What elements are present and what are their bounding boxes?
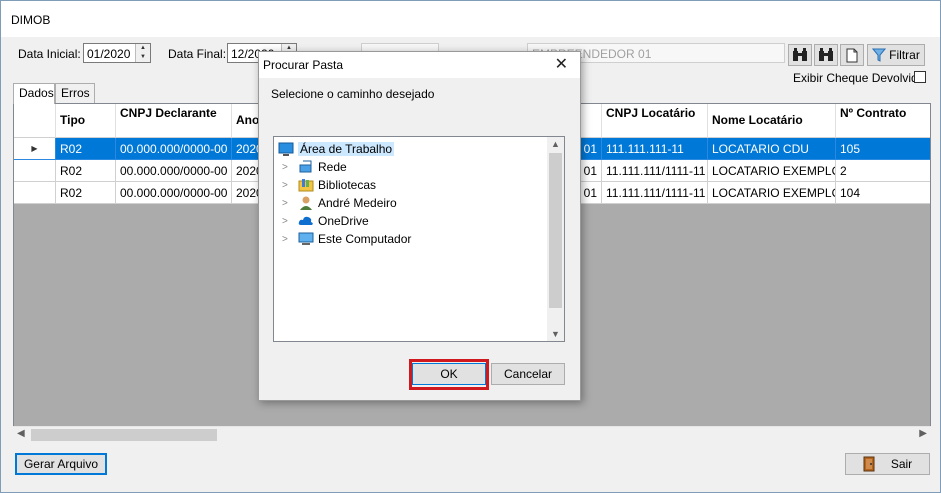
col-cnpj-declarante-label: CNPJ Declarante	[120, 106, 217, 120]
cell-cnpj[interactable]: 00.000.000/0000-00	[116, 160, 232, 182]
cell-cnpj[interactable]: 00.000.000/0000-00	[116, 182, 232, 204]
tab-dados-label: Dados	[19, 86, 54, 100]
computer-icon	[298, 232, 314, 245]
ok-label: OK	[440, 367, 458, 381]
cell-contrato[interactable]: 105	[836, 138, 930, 160]
exibir-cheque-checkbox[interactable]	[914, 71, 926, 83]
row-pointer-icon: ▶	[31, 144, 38, 153]
sair-label: Sair	[890, 457, 913, 471]
cell-cnpj[interactable]: 00.000.000/0000-00	[116, 138, 232, 160]
dialog-title-bar: Procurar Pasta ✕	[259, 52, 580, 78]
libraries-icon	[298, 179, 314, 192]
data-inicial-stepper[interactable]: 01/2020 ▲ ▼	[83, 43, 151, 63]
tree-node-label: Área de Trabalho	[298, 142, 395, 156]
expand-chevron-icon[interactable]: >	[282, 198, 292, 209]
title-bar: DIMOB	[1, 1, 940, 37]
tree-node-label: Este Computador	[318, 232, 412, 246]
filtrar-button[interactable]: Filtrar	[867, 44, 925, 66]
cell-nome-locatario[interactable]: LOCATARIO EXEMPLO	[708, 160, 836, 182]
binoculars-next-button[interactable]	[814, 44, 838, 66]
expand-chevron-icon[interactable]: >	[282, 162, 292, 173]
binoculars-next-icon	[819, 48, 833, 61]
cell-tipo[interactable]: R02	[56, 160, 116, 182]
col-contrato-label: Nº Contrato	[840, 106, 907, 120]
tree-node-label: Rede	[318, 160, 347, 174]
cell-nome-locatario[interactable]: LOCATARIO CDU	[708, 138, 836, 160]
tab-erros[interactable]: Erros	[55, 83, 95, 103]
tree-node-label: André Medeiro	[318, 196, 397, 210]
gerar-arquivo-label: Gerar Arquivo	[23, 457, 99, 471]
data-inicial-arrows[interactable]: ▲ ▼	[135, 44, 150, 62]
col-contrato[interactable]: Nº Contrato	[836, 104, 930, 138]
tree-node-computer[interactable]: > Este Computador	[282, 230, 411, 248]
tree-node-bibliotecas[interactable]: > Bibliotecas	[282, 176, 376, 194]
col-tipo[interactable]: Tipo	[56, 104, 116, 138]
window-title: DIMOB	[11, 13, 51, 27]
col-cnpj-locatario-label: CNPJ Locatário	[606, 106, 696, 120]
dialog-title: Procurar Pasta	[263, 58, 344, 72]
data-inicial-value: 01/2020	[87, 47, 131, 61]
filtrar-label: Filtrar	[889, 48, 920, 62]
exit-door-icon	[863, 456, 875, 472]
cell-tipo[interactable]: R02	[56, 182, 116, 204]
cloud-icon	[298, 216, 313, 225]
sair-button[interactable]: Sair	[845, 453, 930, 475]
tree-node-desktop[interactable]: Área de Trabalho	[278, 140, 395, 158]
scroll-left-icon[interactable]: ◀	[17, 428, 25, 439]
col-cnpj-declarante[interactable]: CNPJ Declarante	[116, 104, 232, 138]
row-indicator	[14, 160, 56, 182]
gerar-arquivo-button[interactable]: Gerar Arquivo	[15, 453, 107, 475]
expand-chevron-icon[interactable]: >	[282, 216, 292, 227]
row-header-corner	[14, 104, 56, 138]
cancel-label: Cancelar	[503, 367, 553, 381]
tab-dados[interactable]: Dados	[13, 83, 55, 104]
spin-up-icon[interactable]: ▲	[136, 44, 150, 53]
new-document-button[interactable]	[840, 44, 864, 66]
folder-tree[interactable]: Área de Trabalho > Rede > Bibliotecas > …	[273, 136, 565, 342]
filter-icon	[872, 48, 887, 62]
user-icon	[300, 196, 312, 210]
binoculars-button[interactable]	[788, 44, 812, 66]
scroll-up-icon[interactable]: ▲	[551, 139, 560, 149]
procurar-pasta-dialog: Procurar Pasta ✕ Selecione o caminho des…	[258, 51, 581, 401]
col-cnpj-locatario[interactable]: CNPJ Locatário	[602, 104, 708, 138]
cancel-button[interactable]: Cancelar	[491, 363, 565, 385]
cell-tipo[interactable]: R02	[56, 138, 116, 160]
scroll-right-icon[interactable]: ▶	[919, 428, 927, 439]
cell-cnpj-locatario[interactable]: 11.111.111/1111-11	[602, 160, 708, 182]
tree-node-onedrive[interactable]: > OneDrive	[282, 212, 369, 230]
dialog-message: Selecione o caminho desejado	[271, 87, 435, 101]
tree-node-user[interactable]: > André Medeiro	[282, 194, 397, 212]
tree-node-label: Bibliotecas	[318, 178, 377, 192]
tree-scrollbar-thumb[interactable]	[549, 153, 562, 308]
document-icon	[846, 48, 858, 62]
cell-contrato[interactable]: 104	[836, 182, 930, 204]
tree-node-rede[interactable]: > Rede	[282, 158, 347, 176]
cell-nome-locatario[interactable]: LOCATARIO EXEMPLO	[708, 182, 836, 204]
binoculars-icon	[793, 48, 807, 61]
ok-button[interactable]: OK	[412, 363, 486, 385]
network-icon	[299, 160, 312, 173]
desktop-icon	[278, 142, 294, 156]
horizontal-scrollbar[interactable]: ◀ ▶	[13, 426, 931, 443]
cell-cnpj-locatario[interactable]: 11.111.111/1111-11	[602, 182, 708, 204]
spin-down-icon[interactable]: ▼	[136, 53, 150, 62]
cell-contrato[interactable]: 2	[836, 160, 930, 182]
expand-chevron-icon[interactable]: >	[282, 234, 292, 245]
tree-node-label: OneDrive	[318, 214, 369, 228]
row-indicator: ▶	[14, 138, 56, 160]
cell-cnpj-locatario[interactable]: 111.111.111-11	[602, 138, 708, 160]
tree-vertical-scrollbar[interactable]: ▲ ▼	[547, 137, 564, 341]
expand-chevron-icon[interactable]: >	[282, 180, 292, 191]
exibir-cheque-label: Exibir Cheque Devolvido	[793, 71, 925, 85]
data-inicial-label: Data Inicial:	[18, 47, 81, 61]
close-icon[interactable]: ✕	[555, 54, 568, 74]
row-indicator	[14, 182, 56, 204]
col-nome-locatario[interactable]: Nome Locatário	[708, 104, 836, 138]
scroll-down-icon[interactable]: ▼	[551, 329, 560, 339]
scrollbar-thumb[interactable]	[31, 429, 217, 441]
data-final-label: Data Final:	[168, 47, 227, 61]
tab-erros-label: Erros	[61, 86, 90, 100]
